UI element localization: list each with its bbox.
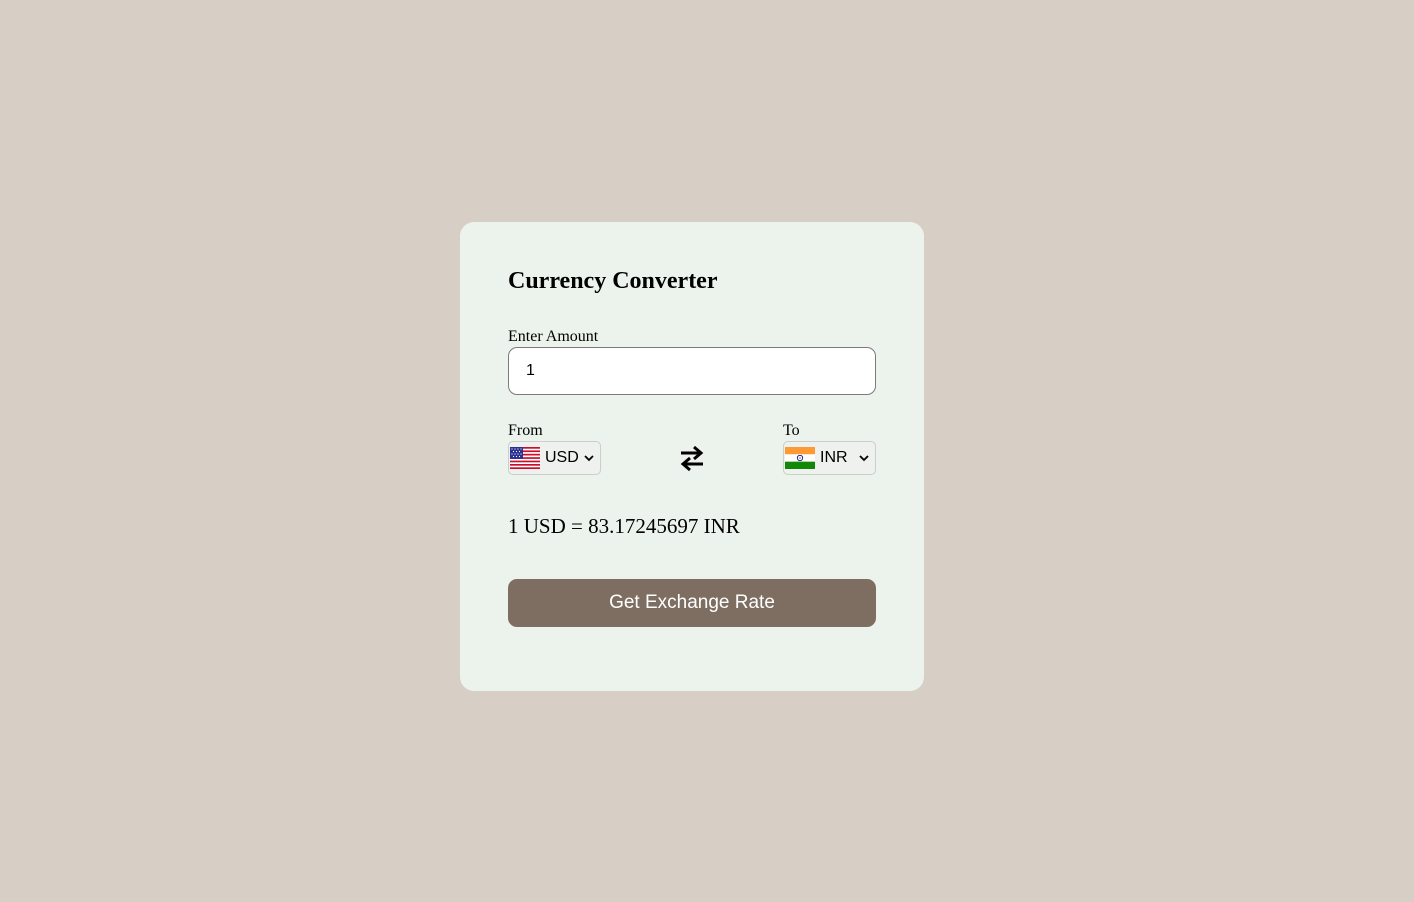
india-flag-icon xyxy=(785,447,815,469)
to-currency-code: INR xyxy=(820,449,848,466)
from-currency-code: USD xyxy=(545,449,579,466)
get-exchange-rate-button[interactable]: Get Exchange Rate xyxy=(508,579,876,627)
page-title: Currency Converter xyxy=(508,268,718,294)
to-currency-select[interactable]: INR xyxy=(783,441,876,475)
us-flag-icon xyxy=(510,447,540,469)
from-label: From xyxy=(508,422,543,439)
chevron-down-icon xyxy=(859,454,869,461)
from-currency-select[interactable]: USD xyxy=(508,441,601,475)
swap-arrows-icon[interactable] xyxy=(679,444,705,472)
amount-input[interactable] xyxy=(508,347,876,395)
converter-card: Currency Converter Enter Amount From USD xyxy=(460,222,924,691)
amount-label: Enter Amount xyxy=(508,328,599,345)
to-label: To xyxy=(783,422,800,439)
chevron-down-icon xyxy=(584,454,594,461)
exchange-rate-result: 1 USD = 83.17245697 INR xyxy=(508,514,740,538)
